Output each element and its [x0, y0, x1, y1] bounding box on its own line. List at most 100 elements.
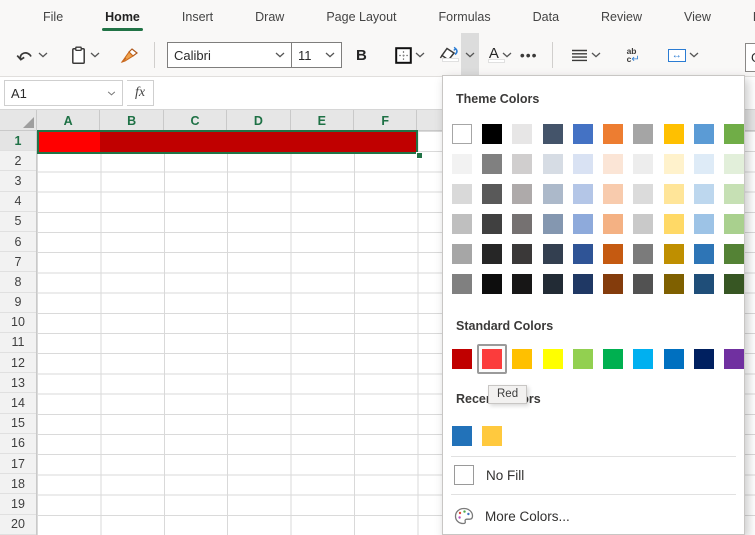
- menu-file[interactable]: File: [22, 0, 84, 33]
- row-header[interactable]: 7: [0, 252, 36, 272]
- color-swatch[interactable]: [452, 154, 472, 174]
- color-swatch[interactable]: [543, 244, 563, 264]
- menu-draw[interactable]: Draw: [234, 0, 305, 33]
- color-swatch[interactable]: [482, 244, 502, 264]
- row-header[interactable]: 15: [0, 414, 36, 434]
- color-swatch[interactable]: [512, 349, 532, 369]
- color-swatch[interactable]: [543, 214, 563, 234]
- format-painter-button[interactable]: [118, 39, 142, 71]
- color-swatch[interactable]: [482, 154, 502, 174]
- menu-home[interactable]: Home: [84, 0, 161, 33]
- color-swatch[interactable]: [482, 124, 502, 144]
- row-header[interactable]: 20: [0, 515, 36, 535]
- color-swatch[interactable]: [603, 184, 623, 204]
- color-swatch[interactable]: [694, 184, 714, 204]
- color-swatch[interactable]: [633, 244, 653, 264]
- color-swatch[interactable]: [452, 214, 472, 234]
- color-swatch[interactable]: [694, 274, 714, 294]
- row-header[interactable]: 11: [0, 333, 36, 353]
- color-swatch[interactable]: [482, 184, 502, 204]
- color-swatch[interactable]: [452, 124, 472, 144]
- fill-color-button[interactable]: [439, 46, 461, 65]
- color-swatch[interactable]: [664, 154, 684, 174]
- no-fill-item[interactable]: No Fill: [454, 464, 744, 486]
- color-swatch[interactable]: [573, 349, 593, 369]
- color-swatch[interactable]: [482, 349, 502, 369]
- row-header[interactable]: 18: [0, 474, 36, 494]
- color-swatch[interactable]: [543, 349, 563, 369]
- color-swatch[interactable]: [543, 154, 563, 174]
- select-all-corner[interactable]: [0, 110, 37, 131]
- row-header[interactable]: 3: [0, 171, 36, 191]
- color-swatch[interactable]: [452, 426, 472, 446]
- name-box[interactable]: A1: [4, 80, 123, 106]
- chevron-down-icon[interactable]: [591, 52, 601, 58]
- color-swatch[interactable]: [573, 244, 593, 264]
- chevron-down-icon[interactable]: [325, 52, 335, 58]
- row-header[interactable]: 5: [0, 212, 36, 232]
- alignment-button[interactable]: [569, 39, 603, 71]
- color-swatch[interactable]: [694, 349, 714, 369]
- color-swatch[interactable]: [543, 124, 563, 144]
- color-swatch[interactable]: [664, 124, 684, 144]
- color-swatch[interactable]: [633, 274, 653, 294]
- color-swatch[interactable]: [694, 124, 714, 144]
- chevron-down-icon[interactable]: [275, 52, 285, 58]
- color-swatch[interactable]: [452, 349, 472, 369]
- more-colors-item[interactable]: More Colors...: [454, 505, 744, 527]
- color-swatch[interactable]: [724, 124, 744, 144]
- menu-data[interactable]: Data: [512, 0, 580, 33]
- cells-b1-f1-darkred-fill[interactable]: [100, 132, 416, 152]
- wrap-text-button[interactable]: ab c↵: [625, 39, 642, 71]
- color-swatch[interactable]: [724, 184, 744, 204]
- undo-button[interactable]: [14, 39, 50, 71]
- color-swatch[interactable]: [512, 214, 532, 234]
- color-swatch[interactable]: [724, 214, 744, 234]
- row-header[interactable]: 6: [0, 232, 36, 252]
- color-swatch[interactable]: [603, 154, 623, 174]
- more-options-button[interactable]: •••: [520, 47, 538, 63]
- fill-handle[interactable]: [416, 152, 423, 159]
- color-swatch[interactable]: [664, 349, 684, 369]
- row-header[interactable]: 19: [0, 494, 36, 514]
- color-swatch[interactable]: [694, 244, 714, 264]
- color-swatch[interactable]: [724, 154, 744, 174]
- color-swatch[interactable]: [482, 426, 502, 446]
- color-swatch[interactable]: [724, 349, 744, 369]
- borders-button[interactable]: [393, 39, 427, 71]
- color-swatch[interactable]: [603, 349, 623, 369]
- row-header[interactable]: 9: [0, 293, 36, 313]
- color-swatch[interactable]: [573, 274, 593, 294]
- column-header-d[interactable]: D: [227, 110, 290, 131]
- color-swatch[interactable]: [633, 124, 653, 144]
- color-swatch[interactable]: [694, 214, 714, 234]
- color-swatch[interactable]: [512, 124, 532, 144]
- column-header-f[interactable]: F: [354, 110, 417, 131]
- color-swatch[interactable]: [603, 214, 623, 234]
- merge-center-button[interactable]: ↔: [666, 39, 701, 71]
- color-swatch[interactable]: [573, 184, 593, 204]
- chevron-down-icon[interactable]: [107, 91, 116, 96]
- color-swatch[interactable]: [603, 274, 623, 294]
- color-swatch[interactable]: [543, 184, 563, 204]
- insert-function-button[interactable]: fx: [127, 80, 154, 106]
- color-swatch[interactable]: [452, 274, 472, 294]
- cell-a1-red-fill[interactable]: [39, 132, 100, 152]
- color-swatch[interactable]: [724, 274, 744, 294]
- color-swatch[interactable]: [512, 244, 532, 264]
- color-swatch[interactable]: [603, 244, 623, 264]
- fill-color-dropdown-button[interactable]: [461, 33, 479, 77]
- color-swatch[interactable]: [543, 274, 563, 294]
- chevron-down-icon[interactable]: [90, 52, 100, 58]
- menu-formulas[interactable]: Formulas: [418, 0, 512, 33]
- row-header[interactable]: 2: [0, 151, 36, 171]
- row-header[interactable]: 14: [0, 393, 36, 413]
- color-swatch[interactable]: [452, 244, 472, 264]
- color-swatch[interactable]: [664, 274, 684, 294]
- color-swatch[interactable]: [512, 154, 532, 174]
- row-header[interactable]: 12: [0, 353, 36, 373]
- row-header[interactable]: 4: [0, 192, 36, 212]
- column-header-b[interactable]: B: [100, 110, 163, 131]
- menu-help[interactable]: Help: [732, 0, 755, 33]
- menu-insert[interactable]: Insert: [161, 0, 234, 33]
